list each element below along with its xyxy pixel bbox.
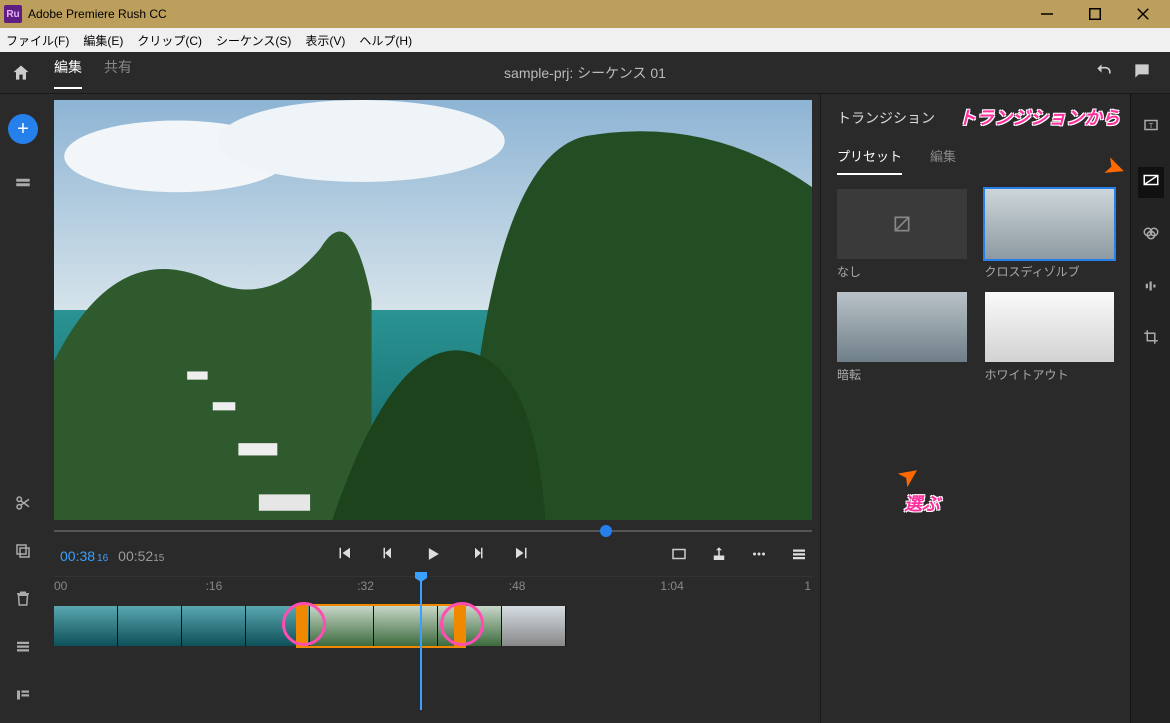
app-bar: 編集 共有 sample-prj: シーケンス 01 [0, 52, 1170, 94]
timecode-duration: 00:52 [118, 548, 153, 564]
preset-cross-dissolve[interactable]: クロスディゾルブ [985, 189, 1115, 280]
menu-clip[interactable]: クリップ(C) [137, 32, 202, 49]
timeline-clip-thumb[interactable] [54, 606, 118, 646]
project-title: sample-prj: シーケンス 01 [504, 63, 666, 83]
goto-end-button[interactable] [513, 544, 531, 569]
window-title: Adobe Premiere Rush CC [28, 7, 167, 21]
annotation-circle [282, 602, 326, 646]
expand-tracks-icon[interactable] [9, 633, 37, 661]
crop-tool-icon[interactable] [1142, 328, 1160, 351]
home-button[interactable] [0, 63, 42, 83]
timeline-clip-thumb[interactable] [118, 606, 182, 646]
transitions-panel: トランジション プリセット 編集 なし クロスディゾルブ 暗転 ホワイトアウト [820, 94, 1130, 723]
menu-sequence[interactable]: シーケンス(S) [216, 32, 291, 49]
panel-tab-edit[interactable]: 編集 [930, 146, 956, 175]
timeline-view-button[interactable] [790, 545, 808, 568]
svg-text:T: T [1148, 121, 1153, 130]
timecode-current-frames: 16 [97, 553, 108, 564]
left-rail: + [0, 94, 46, 723]
scrub-bar[interactable] [54, 526, 812, 536]
menu-file[interactable]: ファイル(F) [6, 32, 69, 49]
trash-icon[interactable] [9, 585, 37, 613]
timeline[interactable] [54, 600, 812, 660]
ruler-mark: 1:04 [660, 579, 683, 593]
timeline-clip-thumb[interactable] [502, 606, 566, 646]
timeline-clip-thumb[interactable] [182, 606, 246, 646]
audio-tool-icon[interactable] [1142, 277, 1160, 300]
tab-edit[interactable]: 編集 [54, 57, 82, 89]
panel-tab-presets[interactable]: プリセット [837, 146, 902, 175]
timeline-ruler[interactable]: 00 :16 :32 :48 1:04 1 [54, 576, 812, 598]
comment-button[interactable] [1132, 61, 1152, 84]
preset-none[interactable]: なし [837, 189, 967, 280]
add-media-button[interactable]: + [8, 114, 38, 144]
tools-rail: T [1130, 94, 1170, 723]
ruler-mark: :32 [357, 579, 374, 593]
annotation-text: 選ぶ [904, 490, 940, 516]
preset-label: クロスディゾルブ [985, 263, 1115, 280]
scissors-icon[interactable] [9, 489, 37, 517]
preset-dip-to-black[interactable]: 暗転 [837, 292, 967, 383]
play-button[interactable] [423, 544, 443, 569]
ruler-mark: 1 [804, 579, 811, 593]
titles-tool-icon[interactable]: T [1142, 116, 1160, 139]
project-panel-button[interactable] [9, 170, 37, 198]
center-area: 00:3816 00:5215 00 :16 :32 :48 1:04 [46, 94, 820, 723]
color-tool-icon[interactable] [1142, 226, 1160, 249]
transitions-tool-icon[interactable] [1138, 167, 1164, 198]
annotation-circle [440, 602, 484, 646]
minimize-button[interactable] [1034, 4, 1060, 24]
maximize-button[interactable] [1082, 4, 1108, 24]
ruler-mark: 00 [54, 579, 67, 593]
close-button[interactable] [1130, 4, 1156, 24]
timecode-current: 00:38 [60, 548, 95, 564]
menu-view[interactable]: 表示(V) [305, 32, 345, 49]
annotation-text: トランジションから [958, 104, 1120, 130]
fullscreen-button[interactable] [670, 545, 688, 568]
ruler-mark: :16 [206, 579, 223, 593]
transport-controls: 00:3816 00:5215 [54, 536, 812, 576]
preset-label: なし [837, 263, 967, 280]
menu-help[interactable]: ヘルプ(H) [359, 32, 412, 49]
step-forward-button[interactable] [469, 544, 487, 569]
preset-dip-to-white[interactable]: ホワイトアウト [985, 292, 1115, 383]
preset-label: ホワイトアウト [985, 366, 1115, 383]
timecode-duration-frames: 15 [153, 553, 164, 564]
video-preview[interactable] [54, 100, 812, 520]
goto-start-button[interactable] [335, 544, 353, 569]
window-titlebar: Ru Adobe Premiere Rush CC [0, 0, 1170, 28]
timeline-playhead[interactable] [420, 578, 422, 710]
menu-bar: ファイル(F) 編集(E) クリップ(C) シーケンス(S) 表示(V) ヘルプ… [0, 28, 1170, 52]
menu-edit[interactable]: 編集(E) [83, 32, 123, 49]
undo-button[interactable] [1094, 61, 1114, 84]
app-icon: Ru [4, 5, 22, 23]
export-button[interactable] [710, 545, 728, 568]
tab-share[interactable]: 共有 [104, 57, 132, 89]
more-options-button[interactable] [750, 545, 768, 568]
ruler-mark: :48 [509, 579, 526, 593]
preset-label: 暗転 [837, 366, 967, 383]
duplicate-icon[interactable] [9, 537, 37, 565]
track-controls-icon[interactable] [9, 681, 37, 709]
step-back-button[interactable] [379, 544, 397, 569]
